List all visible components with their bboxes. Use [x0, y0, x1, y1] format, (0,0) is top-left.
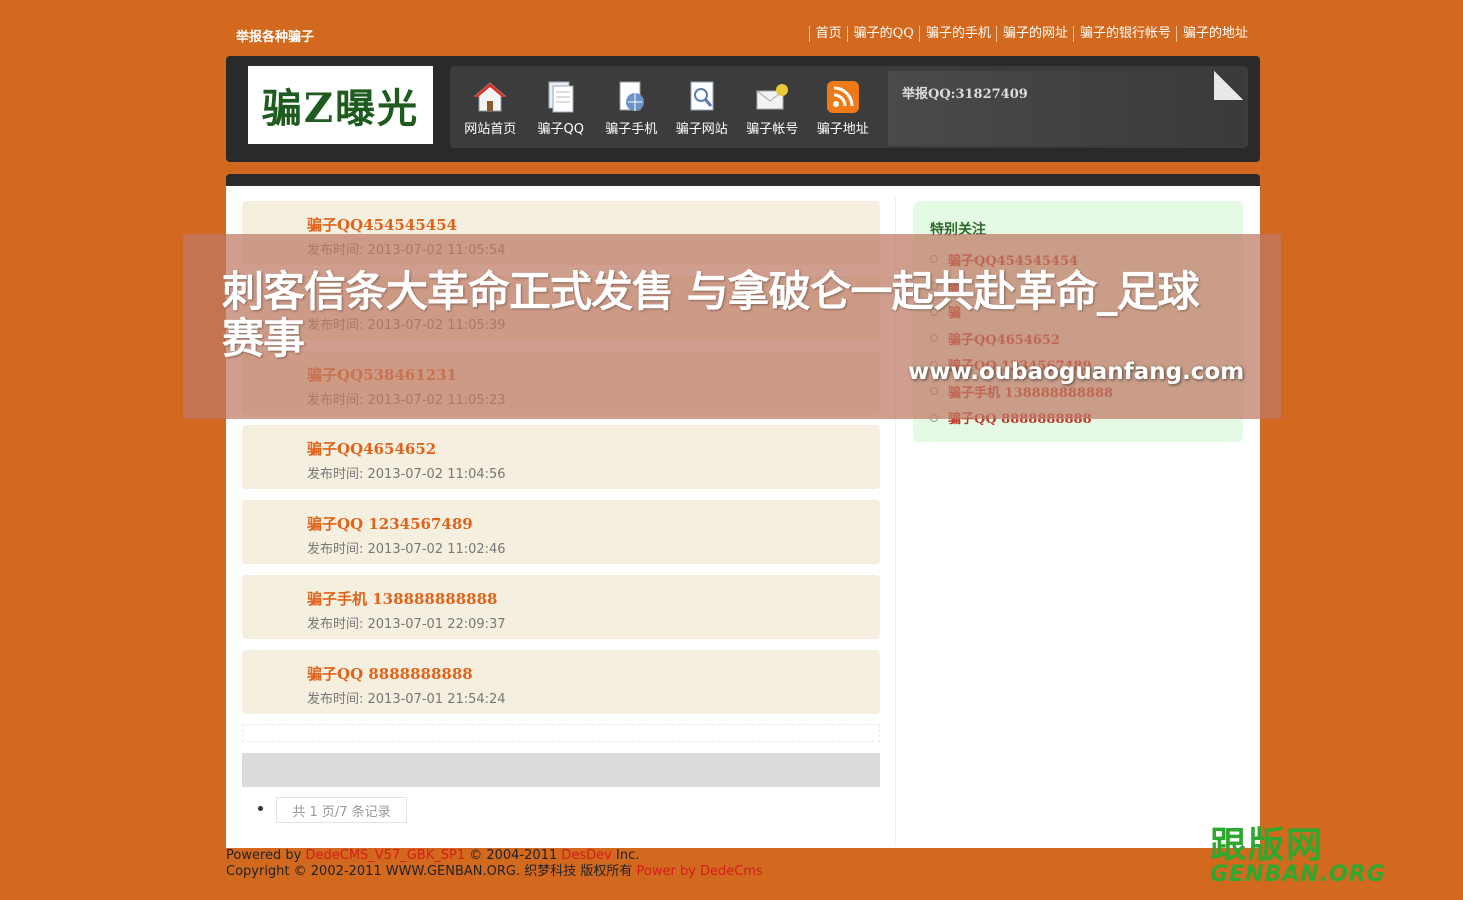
nav-item-label: 骗子帐号	[746, 122, 799, 137]
overlay-title: 刺客信条大革命正式发售 与拿破仑一起共赴革命_足球赛事	[222, 267, 1200, 363]
mail-icon	[755, 80, 789, 114]
footer-copyright: Copyright © 2002-2011 WWW.GENBAN.ORG. 织梦…	[226, 864, 763, 879]
list-item[interactable]: 骗子QQ 8888888888 发布时间: 2013-07-01 21:54:24	[242, 650, 880, 714]
content-top-bar	[226, 174, 1260, 186]
nav-item-label: 骗子QQ	[537, 122, 584, 137]
article-date: 发布时间: 2013-07-01 22:09:37	[307, 617, 506, 632]
magnifier-document-icon	[685, 80, 719, 114]
nav-item-0[interactable]: 网站首页	[455, 80, 526, 137]
list-item[interactable]: 骗子QQ4654652 发布时间: 2013-07-02 11:04:56	[242, 425, 880, 489]
article-title-link[interactable]: 骗子QQ454545454	[307, 214, 457, 235]
list-item[interactable]: 骗子QQ 1234567489 发布时间: 2013-07-02 11:02:46	[242, 500, 880, 564]
top-nav-item-0[interactable]: 首页	[808, 26, 847, 42]
document-icon	[544, 80, 578, 114]
top-nav: 首页 骗子的QQ 骗子的手机 骗子的网址 骗子的银行帐号 骗子的地址	[808, 26, 1253, 42]
watermark-line1: 跟版网	[1210, 825, 1325, 866]
nav-item-label: 骗子地址	[816, 122, 869, 137]
article-date: 发布时间: 2013-07-02 11:04:56	[307, 467, 506, 482]
logo-text: 骗Z曝光	[261, 85, 420, 132]
nav-item-1[interactable]: 骗子QQ	[526, 80, 597, 137]
site-logo[interactable]: 骗Z曝光	[248, 66, 433, 144]
top-nav-item-4[interactable]: 骗子的银行帐号	[1072, 26, 1176, 42]
power-link[interactable]: Power by DedeCms	[637, 864, 763, 879]
nav-item-label: 网站首页	[464, 122, 517, 137]
article-title-link[interactable]: 骗子QQ4654652	[307, 438, 436, 459]
overlay-url: www.oubaoguanfang.com	[908, 359, 1245, 385]
rss-icon	[826, 80, 860, 114]
nav-item-2[interactable]: 骗子手机	[596, 80, 667, 137]
pager-info: 共 1 页/7 条记录	[276, 797, 407, 823]
article-date: 发布时间: 2013-07-01 21:54:24	[307, 692, 506, 707]
page-fold-icon	[1214, 71, 1243, 100]
watermark-line2: GENBAN.ORG	[1210, 862, 1386, 887]
nav-item-3[interactable]: 骗子网站	[667, 80, 738, 137]
desdev-link[interactable]: DesDev	[561, 848, 611, 863]
article-title-link[interactable]: 骗子QQ 1234567489	[307, 513, 473, 534]
article-title-link[interactable]: 骗子手机 138888888888	[307, 588, 497, 609]
nav-item-label: 骗子手机	[605, 122, 658, 137]
footer: Powered by DedeCMS_V57_GBK_SP1 © 2004-20…	[226, 848, 763, 880]
top-nav-item-3[interactable]: 骗子的网址	[995, 26, 1073, 42]
list-item[interactable]: 骗子手机 138888888888 发布时间: 2013-07-01 22:09:…	[242, 575, 880, 639]
dotted-box	[242, 724, 880, 742]
grey-bar	[242, 753, 880, 787]
main-nav: 网站首页 骗子QQ 骗子手机 骗子网站 骗子帐号 骗子地址	[455, 80, 878, 137]
globe-document-icon	[614, 80, 648, 114]
nav-item-label: 骗子网站	[675, 122, 728, 137]
site-title: 举报各种骗子	[236, 30, 315, 45]
dedecms-link[interactable]: DedeCMS_V57_GBK_SP1	[305, 848, 465, 863]
nav-item-5[interactable]: 骗子地址	[808, 80, 879, 137]
report-qq: 举报QQ:31827409	[902, 87, 1028, 102]
top-nav-item-5[interactable]: 骗子的地址	[1175, 26, 1253, 42]
top-nav-item-2[interactable]: 骗子的手机	[918, 26, 996, 42]
home-icon	[473, 80, 507, 114]
nav-item-4[interactable]: 骗子帐号	[737, 80, 808, 137]
watermark: 跟版网 GENBAN.ORG	[1210, 828, 1386, 886]
article-title-link[interactable]: 骗子QQ 8888888888	[307, 663, 473, 684]
pager-bullet	[258, 806, 263, 811]
top-nav-item-1[interactable]: 骗子的QQ	[846, 26, 919, 42]
article-date: 发布时间: 2013-07-02 11:02:46	[307, 542, 506, 557]
footer-powered: Powered by DedeCMS_V57_GBK_SP1 © 2004-20…	[226, 848, 640, 863]
